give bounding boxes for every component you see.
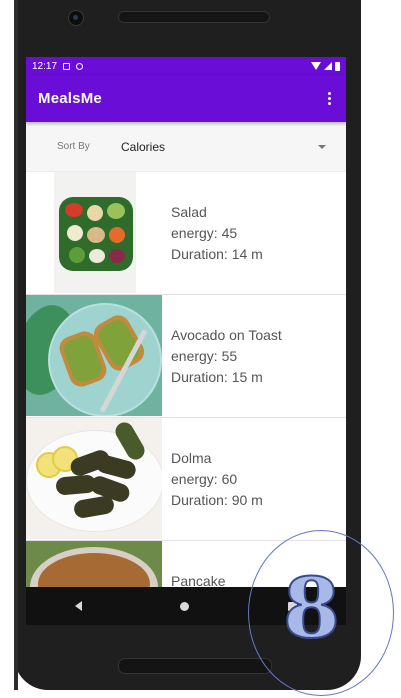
meal-energy: energy: 55 bbox=[171, 348, 238, 364]
phone-edge bbox=[14, 0, 18, 690]
home-icon[interactable] bbox=[180, 601, 190, 611]
meal-duration: Duration: 15 m bbox=[171, 369, 263, 385]
meal-info: Dolma energy: 60 Duration: 90 m bbox=[162, 418, 263, 540]
signal-icon bbox=[324, 62, 332, 70]
meal-list[interactable]: Salad energy: 45 Duration: 14 m Avocado … bbox=[26, 172, 346, 587]
meal-name: Dolma bbox=[171, 450, 212, 466]
meal-item-avocado-toast[interactable]: Avocado on Toast energy: 55 Duration: 15… bbox=[26, 295, 346, 418]
meal-energy: energy: 60 bbox=[171, 471, 238, 487]
notification-icon bbox=[63, 62, 71, 70]
earpiece-speaker bbox=[118, 11, 270, 23]
meal-info: Pancake bbox=[162, 541, 225, 587]
dolma-image bbox=[26, 418, 162, 539]
more-vert-icon[interactable] bbox=[322, 89, 336, 109]
app-bar: MealsMe bbox=[26, 75, 346, 122]
sort-dropdown-value[interactable]: Calories bbox=[121, 140, 165, 154]
phone-chin-bar bbox=[118, 658, 272, 674]
meal-info: Avocado on Toast energy: 55 Duration: 15… bbox=[162, 295, 282, 417]
meal-info: Salad energy: 45 Duration: 14 m bbox=[162, 172, 263, 294]
salad-image bbox=[26, 172, 162, 293]
status-bar: 12:17 bbox=[26, 57, 346, 75]
sort-label: Sort By bbox=[57, 141, 90, 152]
meal-duration: Duration: 14 m bbox=[171, 246, 263, 262]
front-camera bbox=[68, 10, 84, 26]
meal-item-dolma[interactable]: Dolma energy: 60 Duration: 90 m bbox=[26, 418, 346, 541]
avocado-toast-image bbox=[26, 295, 162, 416]
battery-icon bbox=[335, 61, 340, 71]
wifi-icon bbox=[311, 62, 321, 70]
back-icon[interactable] bbox=[75, 601, 83, 611]
meal-name: Pancake bbox=[171, 573, 226, 587]
app-title: MealsMe bbox=[38, 90, 102, 107]
sort-bar: Sort By Calories bbox=[26, 122, 346, 172]
sync-icon bbox=[76, 62, 84, 70]
meal-item-salad[interactable]: Salad energy: 45 Duration: 14 m bbox=[26, 172, 346, 295]
step-number: 8 bbox=[282, 561, 341, 657]
status-time: 12:17 bbox=[32, 60, 58, 72]
meal-energy: energy: 45 bbox=[171, 225, 238, 241]
meal-name: Avocado on Toast bbox=[171, 327, 282, 343]
app-screen: 12:17 MealsMe Sort By Calories Salad ene… bbox=[26, 57, 346, 587]
dropdown-arrow-icon[interactable] bbox=[318, 144, 326, 149]
meal-duration: Duration: 90 m bbox=[171, 492, 263, 508]
meal-name: Salad bbox=[171, 204, 207, 220]
pancake-image bbox=[26, 541, 162, 587]
